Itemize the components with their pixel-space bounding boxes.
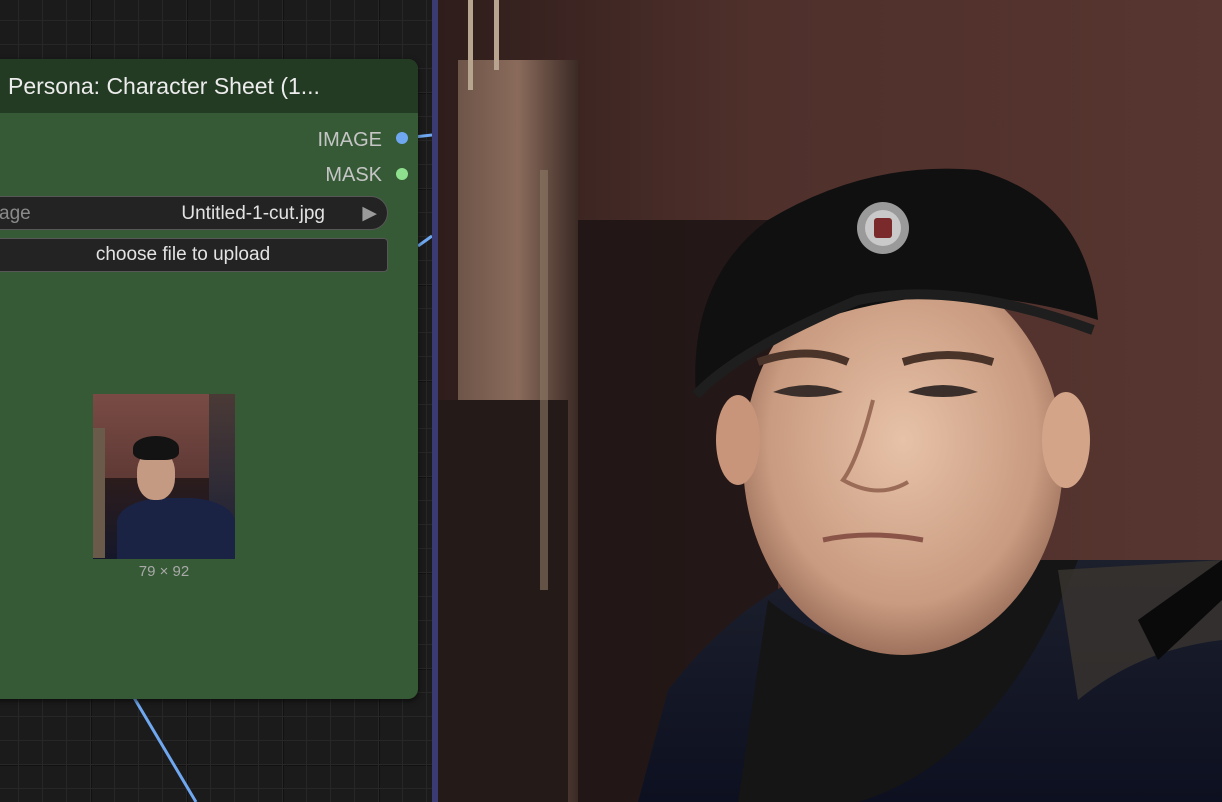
image-thumbnail — [93, 394, 235, 559]
output-mask-slot[interactable] — [396, 168, 408, 180]
image-combo-value: Untitled-1-cut.jpg — [181, 203, 325, 224]
node-title-bar[interactable]: Persona: Character Sheet (1... — [0, 59, 418, 113]
load-image-node[interactable]: Persona: Character Sheet (1... IMAGE MAS… — [0, 59, 418, 699]
output-mask-label: MASK — [325, 164, 382, 186]
output-image-slot[interactable] — [396, 132, 408, 144]
thumbnail-dimensions: 79 × 92 — [138, 563, 190, 580]
upload-file-button[interactable]: choose file to upload — [0, 238, 388, 272]
combo-right-arrow-icon[interactable]: ▶ — [362, 202, 377, 225]
preview-photo — [438, 0, 1222, 802]
image-preview — [438, 0, 1222, 802]
node-canvas[interactable]: Persona: Character Sheet (1... IMAGE MAS… — [0, 0, 432, 802]
output-image-label: IMAGE — [317, 129, 382, 151]
image-combo-widget[interactable]: image Untitled-1-cut.jpg ▶ — [0, 196, 388, 230]
image-combo-label: image — [0, 203, 31, 224]
node-title: Persona: Character Sheet (1... — [8, 73, 320, 99]
